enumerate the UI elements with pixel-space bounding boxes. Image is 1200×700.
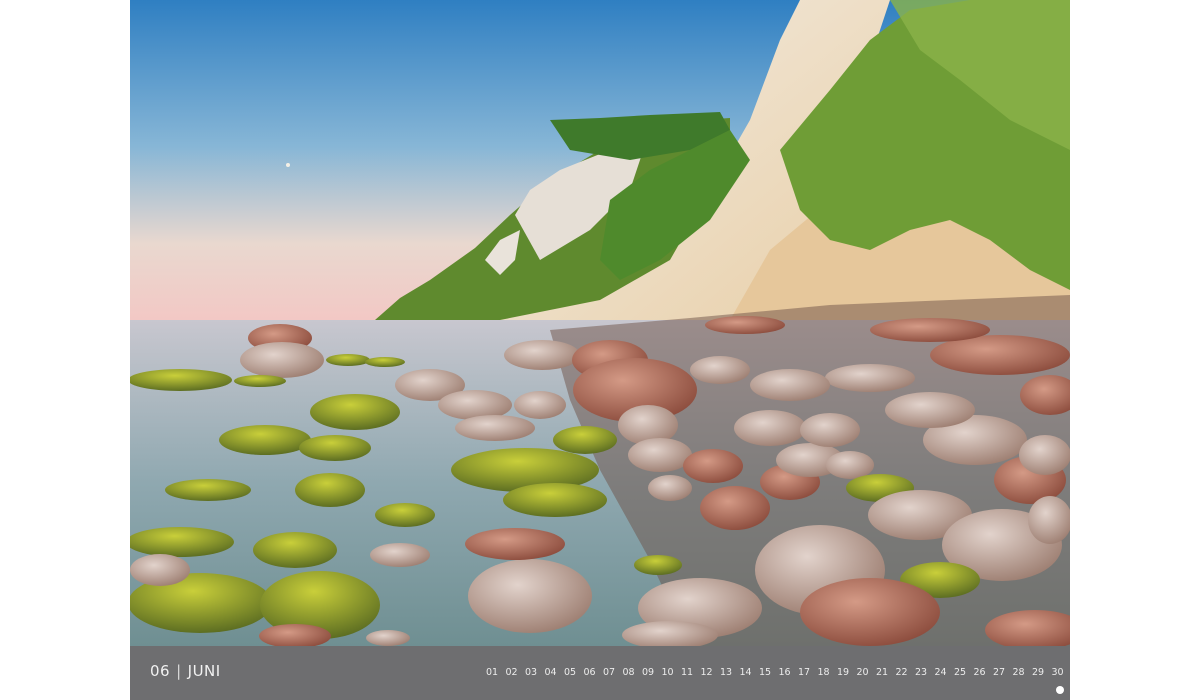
day-number: 03 bbox=[524, 667, 538, 678]
day-number: 08 bbox=[622, 667, 635, 678]
day-number: 14 bbox=[739, 667, 752, 678]
day-number: 13 bbox=[719, 667, 733, 678]
day-number: 10 bbox=[661, 667, 674, 678]
day-number: 17 bbox=[797, 667, 811, 678]
landscape-photo bbox=[130, 0, 1070, 646]
day-row: 01 02 03 04 05 06 07 08 09 10 11 12 13 14 15 16 17 18 19 20… bbox=[482, 667, 1064, 681]
calendar-page: 06 | JUNI 01 02 03 04 05 06 07 08 09 10 11 12 13 14 15… bbox=[130, 0, 1070, 700]
photo-illustration bbox=[130, 0, 1070, 646]
day-number: 16 bbox=[778, 667, 791, 678]
day-number: 18 bbox=[817, 667, 830, 678]
day-number: 01 bbox=[485, 667, 499, 678]
day-number: 07 bbox=[602, 667, 616, 678]
day-number: 06 bbox=[583, 667, 596, 678]
corner-dot-icon bbox=[1056, 686, 1064, 694]
day-number: 26 bbox=[973, 667, 986, 678]
day-number: 29 bbox=[1031, 667, 1045, 678]
day-number: 12 bbox=[700, 667, 713, 678]
day-number: 27 bbox=[992, 667, 1006, 678]
month-name: JUNI bbox=[187, 662, 221, 680]
month-label: 06 | JUNI bbox=[150, 662, 221, 680]
day-number: 04 bbox=[544, 667, 557, 678]
month-number: 06 bbox=[150, 662, 171, 680]
day-number: 24 bbox=[934, 667, 947, 678]
day-number: 23 bbox=[914, 667, 928, 678]
day-number: 02 bbox=[505, 667, 518, 678]
day-number: 11 bbox=[680, 667, 694, 678]
day-number: 09 bbox=[641, 667, 655, 678]
day-number: 15 bbox=[758, 667, 772, 678]
day-number: 28 bbox=[1012, 667, 1025, 678]
day-number: 30 bbox=[1051, 667, 1064, 678]
month-separator: | bbox=[176, 662, 182, 680]
day-number: 05 bbox=[563, 667, 577, 678]
day-number: 22 bbox=[895, 667, 908, 678]
calendar-strip: 06 | JUNI 01 02 03 04 05 06 07 08 09 10 11 12 13 14 15… bbox=[130, 646, 1070, 700]
day-number: 25 bbox=[953, 667, 967, 678]
day-number: 20 bbox=[856, 667, 869, 678]
day-number: 19 bbox=[836, 667, 850, 678]
day-number: 21 bbox=[875, 667, 889, 678]
